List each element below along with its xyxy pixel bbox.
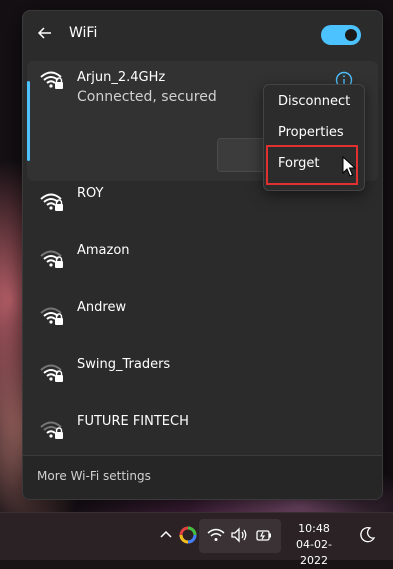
network-item-swing-traders[interactable]: Swing_Traders: [27, 354, 378, 406]
wifi-weak-secured-icon: [40, 421, 63, 439]
selected-indicator: [27, 81, 30, 161]
toggle-knob: [345, 29, 357, 41]
network-name: Andrew: [77, 300, 127, 315]
clock-time: 10:48: [298, 522, 330, 535]
mouse-pointer-icon: [342, 156, 356, 177]
wifi-toggle[interactable]: [321, 25, 361, 45]
clock-date: 04-02-2022: [296, 538, 332, 567]
moon-icon[interactable]: [357, 525, 377, 545]
more-wifi-settings-link[interactable]: More Wi-Fi settings: [37, 469, 151, 483]
battery-icon: [256, 530, 271, 541]
taskbar: 10:48 04-02-2022: [0, 512, 393, 567]
network-name: ROY: [77, 186, 104, 201]
wifi-weak-secured-icon: [40, 250, 63, 268]
taskbar-clock[interactable]: 10:48 04-02-2022: [284, 521, 344, 569]
color-wheel-icon[interactable]: [178, 525, 198, 545]
wifi-icon: [40, 193, 63, 211]
back-arrow-icon[interactable]: [35, 23, 55, 43]
wifi-secured-icon: [40, 71, 63, 89]
connected-network-name: Arjun_2.4GHz: [77, 70, 166, 85]
wifi-tray-icon: [207, 528, 225, 541]
panel-title: WiFi: [69, 25, 98, 41]
panel-footer: More Wi-Fi settings: [23, 455, 382, 499]
network-name: Amazon: [77, 243, 130, 258]
network-item-amazon[interactable]: Amazon: [27, 240, 378, 292]
wifi-weak-secured-icon: [40, 364, 63, 382]
wifi-weak-secured-icon: [40, 307, 63, 325]
panel-header: WiFi: [23, 11, 382, 57]
network-item-andrew[interactable]: Andrew: [27, 297, 378, 349]
volume-icon: [231, 527, 247, 543]
connected-network-status: Connected, secured: [77, 89, 217, 105]
chevron-up-icon[interactable]: [156, 525, 176, 545]
network-name: Swing_Traders: [77, 357, 171, 372]
menu-item-properties[interactable]: Properties: [264, 118, 364, 148]
menu-item-disconnect[interactable]: Disconnect: [264, 87, 364, 117]
network-name: FUTURE FINTECH: [77, 414, 189, 429]
